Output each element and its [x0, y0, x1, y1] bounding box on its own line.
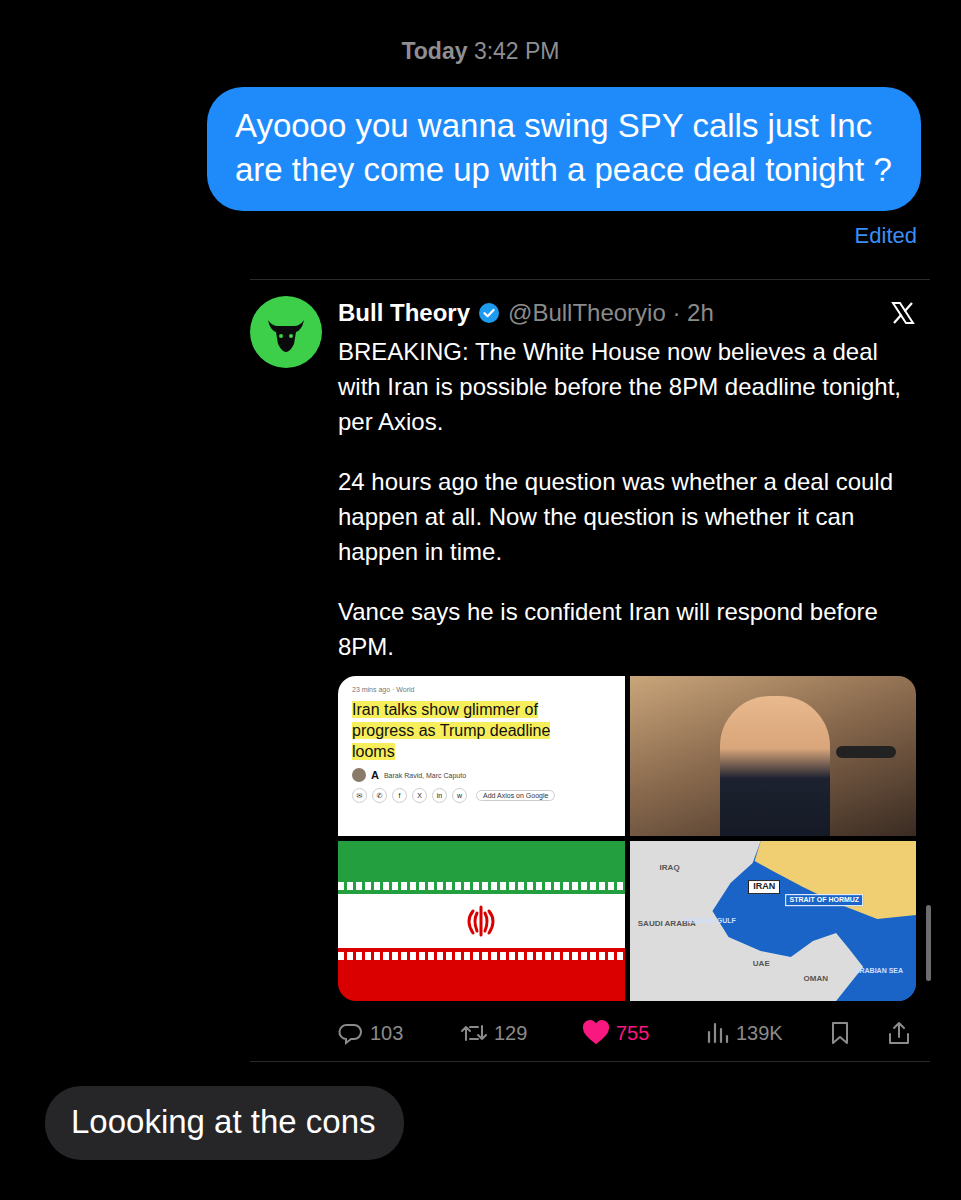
reply-button[interactable]: 103 [338, 1020, 460, 1046]
views-icon [704, 1020, 730, 1046]
tweet-actions: 103 129 755 139K [338, 1015, 916, 1051]
received-message[interactable]: Loooking at the cons [45, 1086, 404, 1160]
sent-message[interactable]: Ayoooo you wanna swing SPY calls just In… [207, 87, 921, 211]
iran-flag-image[interactable] [338, 841, 625, 1001]
share-icon[interactable]: ✆ [372, 788, 387, 803]
author-photo-icon [352, 768, 366, 782]
repost-icon [460, 1020, 488, 1046]
map-label: ARABIAN SEA [854, 967, 903, 975]
tweet-text: BREAKING: The White House now believes a… [338, 334, 916, 664]
axios-logo: A [371, 769, 379, 781]
share-icon[interactable]: f [392, 788, 407, 803]
share-icon[interactable]: in [432, 788, 447, 803]
share-icon[interactable]: X [412, 788, 427, 803]
emblem-icon [461, 901, 501, 941]
share-icon[interactable]: w [452, 788, 467, 803]
timestamp: Today 3:42 PM [0, 38, 961, 65]
share-icon[interactable] [886, 1020, 912, 1046]
heart-icon [582, 1020, 610, 1046]
repost-button[interactable]: 129 [460, 1020, 582, 1046]
map-label: PERSIAN GULF [684, 917, 736, 925]
verified-badge-icon [478, 302, 500, 324]
map-label: OMAN [803, 974, 827, 983]
tweet-card[interactable]: Bull Theory @BullTheoryio · 2h BREAKING:… [250, 279, 930, 1062]
map-label: STRAIT OF HORMUZ [786, 894, 864, 906]
reply-icon [338, 1020, 364, 1046]
share-icon[interactable]: ✉ [352, 788, 367, 803]
article-preview[interactable]: 23 mins ago · World Iran talks show glim… [338, 676, 625, 836]
map-image[interactable]: IRAQIRANSAUDI ARABIAPERSIAN GULFSTRAIT O… [630, 841, 917, 1001]
scroll-indicator [926, 905, 931, 981]
map-label: IRAN [748, 880, 780, 894]
messages-screen: Today 3:42 PM Ayoooo you wanna swing SPY… [0, 0, 961, 1200]
x-logo-icon[interactable] [890, 300, 916, 326]
media-grid[interactable]: 23 mins ago · World Iran talks show glim… [338, 676, 916, 1001]
edited-label[interactable]: Edited [0, 223, 961, 249]
author-name[interactable]: Bull Theory [338, 299, 470, 327]
bookmark-icon[interactable] [828, 1020, 852, 1046]
add-source-button[interactable]: Add Axios on Google [476, 790, 555, 801]
map-label: IRAQ [660, 864, 680, 873]
author-handle[interactable]: @BullTheoryio · 2h [508, 299, 714, 327]
avatar-icon[interactable] [250, 296, 322, 368]
like-button[interactable]: 755 [582, 1020, 704, 1046]
photo[interactable] [630, 676, 917, 836]
views-button[interactable]: 139K [704, 1020, 826, 1046]
map-label: UAE [753, 960, 770, 969]
